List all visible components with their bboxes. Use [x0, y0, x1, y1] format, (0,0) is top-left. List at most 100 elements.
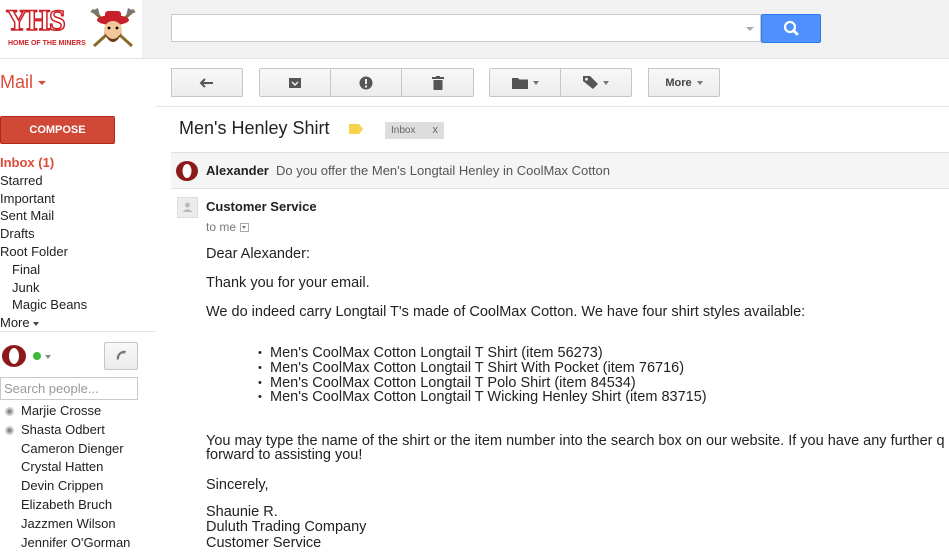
compose-button[interactable]: COMPOSE [0, 116, 115, 144]
signature-company: Duluth Trading Company [206, 519, 367, 536]
search-options-caret-icon[interactable] [746, 27, 754, 31]
contact-item[interactable]: Crystal Hatten [0, 458, 155, 477]
back-group [171, 68, 243, 97]
chevron-down-icon [32, 321, 39, 326]
report-spam-icon [359, 76, 373, 89]
archive-icon [289, 77, 301, 88]
chevron-down-icon [38, 81, 47, 86]
user-avatar-icon[interactable] [1, 344, 27, 368]
list-item: Men's CoolMax Cotton Longtail T Wicking … [258, 390, 707, 405]
importance-marker-icon[interactable] [349, 124, 363, 134]
product-list: Men's CoolMax Cotton Longtail T Shirt (i… [258, 346, 707, 405]
email-closing: Sincerely, [206, 477, 269, 493]
search-people-input[interactable]: Search people... [0, 377, 138, 400]
recipient-text: to me [206, 220, 237, 234]
sidebar-nav: Inbox (1) Starred Important Sent Mail Dr… [0, 154, 155, 332]
contact-name: Shasta Odbert [21, 421, 105, 437]
sidebar-item-drafts[interactable]: Drafts [0, 225, 155, 243]
chevron-down-icon [696, 80, 703, 85]
contact-item[interactable]: Cameron Dienger [0, 440, 155, 459]
call-phone-button[interactable] [104, 342, 138, 370]
contact-name: Cameron Dienger [21, 440, 124, 456]
logo-text: YHS [5, 4, 66, 37]
sidebar-item-inbox[interactable]: Inbox (1) [0, 154, 155, 172]
mail-label: Mail [0, 72, 34, 92]
contact-item[interactable]: Marjie Crosse [0, 402, 155, 421]
move-to-button[interactable] [489, 68, 561, 97]
chevron-down-icon [532, 80, 539, 85]
search-icon [783, 20, 799, 36]
action-group [259, 68, 474, 97]
archive-button[interactable] [259, 68, 331, 97]
sidebar-item-sent-mail[interactable]: Sent Mail [0, 207, 155, 225]
toolbar-divider [155, 106, 949, 107]
contact-name: Jazzmen Wilson [21, 515, 116, 531]
folder-icon [511, 77, 528, 89]
chevron-down-icon [603, 80, 609, 85]
signature-name: Shaunie R. [206, 504, 278, 520]
more-nav-label: More [0, 315, 30, 331]
idle-status-icon [5, 425, 14, 435]
email-greeting: Dear Alexander: [206, 246, 310, 262]
list-item: Men's CoolMax Cotton Longtail T Shirt (i… [258, 346, 707, 361]
previous-sender-name: Alexander [206, 163, 269, 178]
previous-message-snippet: Do you offer the Men's Longtail Henley i… [276, 163, 610, 178]
sidebar-item-root-folder[interactable]: Root Folder [0, 243, 155, 261]
miner-mascot-icon [90, 8, 136, 48]
sidebar-item-junk[interactable]: Junk [0, 279, 155, 297]
contact-list: Marjie Crosse Shasta Odbert Cameron Dien… [0, 402, 155, 552]
sidebar-item-final[interactable]: Final [0, 261, 155, 279]
more-label: More [665, 76, 692, 89]
move-group [489, 68, 632, 97]
chat-status-indicator[interactable] [33, 352, 41, 360]
contact-item[interactable]: Shasta Odbert [0, 421, 155, 440]
inbox-label-chip: Inbox x [385, 122, 444, 139]
email-thanks: Thank you for your email. [206, 275, 370, 291]
label-icon [583, 76, 598, 89]
contact-name: Devin Crippen [21, 478, 104, 494]
contact-item[interactable]: Devin Crippen [0, 477, 155, 496]
collapsed-message[interactable]: Alexander Do you offer the Men's Longtai… [171, 152, 949, 189]
email-paragraph-line-2: forward to assisting you! [206, 447, 363, 463]
trash-icon [431, 75, 444, 90]
list-item: Men's CoolMax Cotton Longtail T Polo Shi… [258, 375, 707, 391]
contact-name: Crystal Hatten [21, 459, 104, 475]
remove-label-button[interactable]: x [433, 122, 439, 139]
idle-status-icon [5, 407, 14, 416]
contact-item[interactable]: Jennifer O'Gorman [0, 534, 155, 552]
email-intro: We do indeed carry Longtail T's made of … [206, 304, 806, 320]
email-signature: Shaunie R. Duluth Trading Company Custom… [206, 504, 367, 551]
search-input[interactable] [171, 14, 761, 42]
search-button[interactable] [761, 14, 821, 43]
mail-switcher[interactable]: Mail [0, 72, 47, 93]
top-bar: YHS HOME OF THE MINERS [0, 0, 949, 59]
sidebar-divider [0, 331, 155, 332]
labels-button[interactable] [561, 68, 632, 97]
sidebar-item-important[interactable]: Important [0, 190, 155, 208]
sidebar-item-starred[interactable]: Starred [0, 172, 155, 190]
logo-tagline: HOME OF THE MINERS [8, 40, 86, 47]
sender-avatar [177, 197, 198, 218]
sidebar-item-more[interactable]: More [0, 314, 155, 332]
recipient-line: to me [206, 220, 250, 234]
contact-name: Elizabeth Bruch [21, 496, 113, 512]
back-arrow-icon [199, 77, 213, 88]
contact-item[interactable]: Jazzmen Wilson [0, 515, 155, 534]
contact-name: Jennifer O'Gorman [21, 534, 131, 550]
back-button[interactable] [171, 68, 243, 97]
sidebar-item-magic-beans[interactable]: Magic Beans [0, 296, 155, 314]
show-details-button[interactable] [240, 223, 250, 233]
signature-department: Customer Service [206, 534, 322, 551]
delete-button[interactable] [402, 68, 474, 97]
sender-avatar-icon [176, 161, 198, 181]
school-logo[interactable]: YHS HOME OF THE MINERS [0, 0, 142, 58]
report-spam-button[interactable] [331, 68, 402, 97]
email-subject: Men's Henley Shirt [179, 118, 330, 138]
more-button[interactable]: More [648, 68, 720, 97]
contact-item[interactable]: Elizabeth Bruch [0, 496, 155, 515]
chevron-down-icon[interactable] [45, 355, 51, 359]
person-icon [182, 202, 193, 212]
inbox-label-text: Inbox [391, 125, 416, 136]
contact-name: Marjie Crosse [21, 403, 102, 418]
sender-name[interactable]: Customer Service [206, 199, 317, 214]
